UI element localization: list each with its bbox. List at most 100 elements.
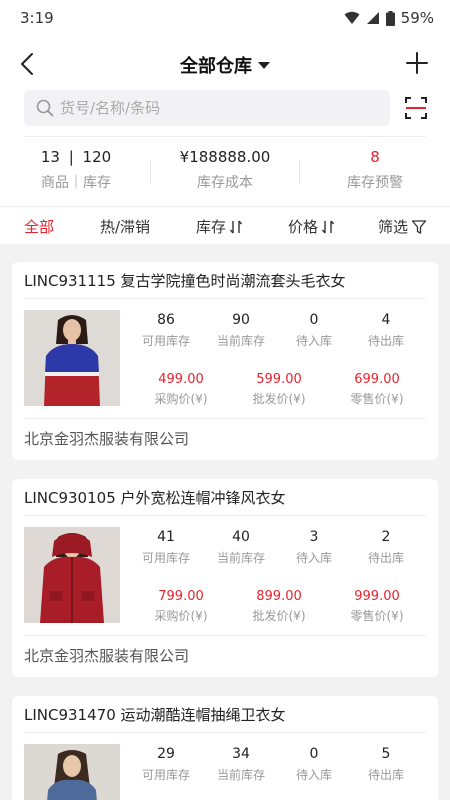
company-name: 北京金羽杰服装有限公司 — [24, 647, 190, 665]
available-stock: 86 可用库存 — [126, 312, 206, 349]
dropdown-caret-icon — [258, 61, 270, 69]
current-stock-label: 当前库存 — [216, 768, 265, 782]
cost-value: ¥188888.00 — [179, 148, 271, 166]
inventory-summary: 13 | 120 商品｜库存 ¥188888.00 库存成本 8 库存预警 — [0, 136, 450, 206]
battery-percent: 59% — [400, 9, 434, 27]
available-stock: 41 可用库存 — [126, 529, 206, 566]
tab-filter-label: 筛选 — [378, 218, 409, 236]
wholesale-price-value: 599.00 — [256, 372, 302, 387]
available-stock-label: 可用库存 — [141, 551, 190, 565]
retail-price-label: 零售价(¥) — [350, 392, 404, 406]
status-icons: 59% — [344, 9, 434, 27]
incoming-stock-label: 待入库 — [295, 551, 332, 565]
divider — [24, 298, 426, 299]
retail-price: 699.00 零售价(¥) — [332, 372, 422, 407]
cost-summary[interactable]: ¥188888.00 库存成本 — [160, 148, 290, 192]
wifi-icon — [344, 11, 360, 24]
divider — [24, 732, 426, 733]
available-stock-value: 86 — [157, 312, 175, 328]
product-title: LINC931115 复古学院撞色时尚潮流套头毛衣女 — [24, 272, 346, 290]
tab-stock-label: 库存 — [196, 218, 227, 236]
retail-price-value: 699.00 — [354, 372, 400, 387]
tab-hot-slow[interactable]: 热/滞销 — [100, 216, 150, 237]
status-time: 3:19 — [20, 9, 54, 27]
goods-stock-summary[interactable]: 13 | 120 商品｜库存 — [24, 148, 128, 192]
outgoing-stock: 2 待出库 — [346, 529, 426, 566]
current-stock-value: 90 — [232, 312, 250, 328]
tab-price-sort[interactable]: 价格 — [288, 216, 335, 237]
search-input[interactable] — [60, 90, 380, 126]
retail-price-label: 零售价(¥) — [350, 609, 404, 623]
incoming-stock-value: 0 — [309, 312, 319, 328]
incoming-stock: 3 待入库 — [274, 529, 354, 566]
goods-count: 13 — [40, 148, 60, 166]
current-stock-value: 40 — [232, 529, 250, 545]
incoming-stock: 0 待入库 — [274, 312, 354, 349]
product-image — [24, 744, 120, 800]
product-title: LINC930105 户外宽松连帽冲锋风衣女 — [24, 489, 286, 507]
outgoing-stock-value: 5 — [381, 746, 391, 762]
divider — [24, 136, 426, 137]
purchase-price: 799.00 采购价(¥) — [136, 589, 226, 624]
outgoing-stock-label: 待出库 — [367, 334, 404, 348]
available-stock-value: 29 — [157, 746, 175, 762]
outgoing-stock: 5 待出库 — [346, 746, 426, 783]
product-card[interactable]: LINC930105 户外宽松连帽冲锋风衣女 41 可用库存 40 当前库存 3… — [12, 479, 438, 677]
divider — [24, 635, 426, 636]
stock-count: 120 — [82, 148, 112, 166]
purchase-price-label: 采购价(¥) — [154, 392, 208, 406]
purchase-price: 499.00 采购价(¥) — [136, 372, 226, 407]
add-icon[interactable] — [402, 48, 432, 78]
status-bar: 3:19 59% — [0, 0, 450, 38]
outgoing-stock-value: 2 — [381, 529, 391, 545]
product-card[interactable]: LINC931115 复古学院撞色时尚潮流套头毛衣女 86 可用库存 90 当前… — [12, 262, 438, 460]
purchase-price-value: 499.00 — [158, 372, 204, 387]
outgoing-stock-label: 待出库 — [367, 551, 404, 565]
tab-price-label: 价格 — [288, 218, 319, 236]
goods-stock-label: 商品｜库存 — [41, 175, 111, 191]
company-name: 北京金羽杰服装有限公司 — [24, 430, 190, 448]
goods-stock-value: 13 | 120 — [40, 148, 112, 166]
product-card[interactable]: LINC931470 运动潮酷连帽抽绳卫衣女 29 可用库存 34 当前库存 0… — [12, 696, 438, 800]
product-image — [24, 527, 120, 623]
retail-price: 999.00 零售价(¥) — [332, 589, 422, 624]
wholesale-price-label: 批发价(¥) — [252, 609, 306, 623]
divider — [24, 418, 426, 419]
available-stock-label: 可用库存 — [141, 334, 190, 348]
tab-all-label: 全部 — [24, 218, 55, 236]
incoming-stock-label: 待入库 — [295, 334, 332, 348]
incoming-stock: 0 待入库 — [274, 746, 354, 783]
current-stock-label: 当前库存 — [216, 334, 265, 348]
sort-icon — [229, 220, 243, 233]
alert-summary[interactable]: 8 库存预警 — [320, 148, 430, 192]
scan-icon[interactable] — [404, 96, 428, 120]
current-stock-value: 34 — [232, 746, 250, 762]
warehouse-selector[interactable]: 全部仓库 — [0, 52, 450, 78]
tab-all[interactable]: 全部 — [24, 216, 54, 237]
retail-price-value: 999.00 — [354, 589, 400, 604]
filter-tabs: 全部 热/滞销 库存 价格 筛选 — [0, 206, 450, 244]
divider — [299, 160, 300, 184]
current-stock-label: 当前库存 — [216, 551, 265, 565]
search-box — [24, 90, 390, 126]
tab-hot-slow-label: 热/滞销 — [100, 218, 151, 236]
product-image — [24, 310, 120, 406]
outgoing-stock-label: 待出库 — [367, 768, 404, 782]
alert-label: 库存预警 — [347, 175, 403, 191]
tab-filter[interactable]: 筛选 — [378, 216, 427, 237]
cost-label: 库存成本 — [197, 175, 253, 191]
wholesale-price-value: 899.00 — [256, 589, 302, 604]
available-stock: 29 可用库存 — [126, 746, 206, 783]
battery-icon — [385, 10, 395, 26]
alert-value: 8 — [370, 148, 380, 166]
tab-stock-sort[interactable]: 库存 — [196, 216, 243, 237]
page-title: 全部仓库 — [180, 56, 252, 77]
outgoing-stock-value: 4 — [381, 312, 391, 328]
current-stock: 40 当前库存 — [201, 529, 281, 566]
wholesale-price: 599.00 批发价(¥) — [234, 372, 324, 407]
search-icon — [36, 99, 54, 117]
available-stock-label: 可用库存 — [141, 768, 190, 782]
top-app-bar: 全部仓库 — [0, 38, 450, 88]
wholesale-price-label: 批发价(¥) — [252, 392, 306, 406]
filter-icon — [411, 219, 427, 234]
